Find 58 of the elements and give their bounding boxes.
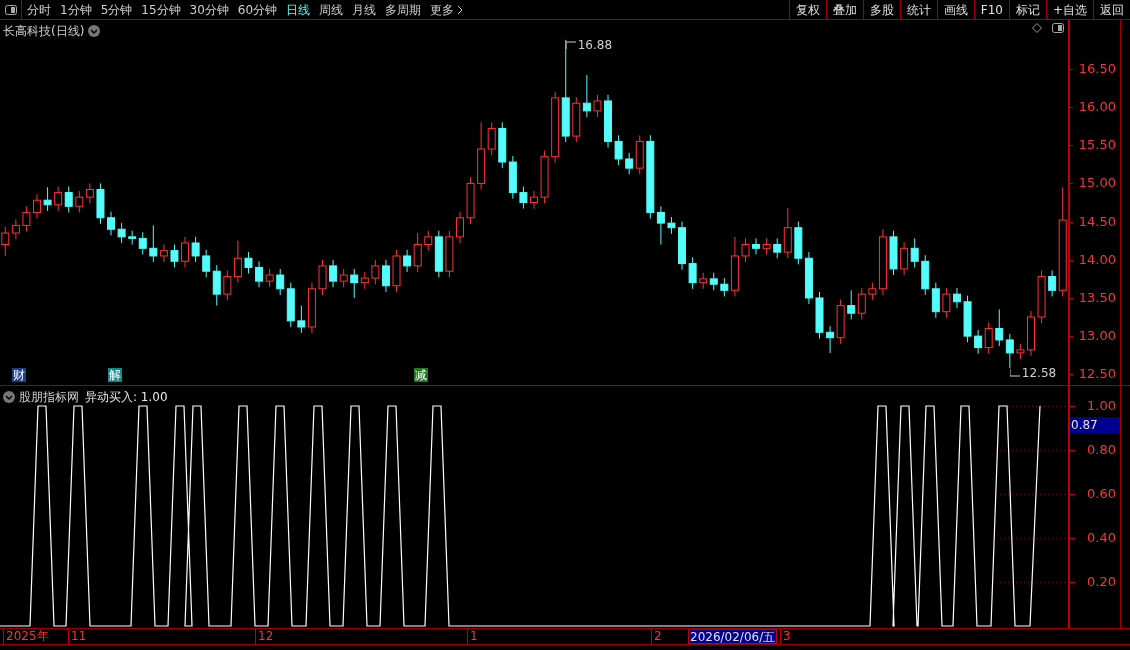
time-axis-label: 2025年 [3,629,49,644]
price-axis-label: 16.00 [1078,100,1116,115]
pointer-icon [1009,369,1022,378]
period-tab[interactable]: 周线 [319,0,344,19]
time-axis-label: 11 [68,629,87,644]
period-tab[interactable]: 月线 [352,0,377,19]
indicator-readout: 异动买入: 1.00 [85,389,168,406]
pointer-icon [565,40,578,49]
time-axis-label: 1 [467,629,478,644]
toolbar-button[interactable]: 返回 [1093,0,1130,19]
time-axis-label: 12 [255,629,274,644]
period-tab[interactable]: 日线 [286,0,311,19]
time-axis-label: 2 [651,629,662,644]
event-tag[interactable]: 财 [12,368,26,382]
indicator-axis-label: 0.20 [1087,575,1116,589]
period-tab[interactable]: 多周期 [385,0,422,19]
chevron-right-icon [457,4,464,15]
toolbar-button[interactable]: 叠加 [825,0,863,19]
chevron-down-icon[interactable] [3,391,15,403]
indicator-axis-label: 0.80 [1087,443,1116,457]
toolbar-button[interactable]: F10 [973,0,1009,19]
price-axis-label: 14.50 [1078,214,1116,229]
period-tab[interactable]: 30分钟 [189,0,229,19]
indicator-axis-label: 0.60 [1087,487,1116,501]
price-axis-label: 15.00 [1078,176,1116,191]
event-tag[interactable]: 减 [414,368,428,382]
price-axis-label: 16.50 [1078,61,1116,76]
price-axis-label: 12.50 [1078,367,1116,382]
price-axis-label: 15.50 [1078,138,1116,153]
toolbar-button[interactable]: 多股 [862,0,900,19]
panel-toggle-icon[interactable] [1052,23,1064,33]
event-tag[interactable]: 解 [108,368,122,382]
toolbar-button[interactable]: 画线 [936,0,974,19]
price-axis-label: 13.50 [1078,290,1116,305]
more-button[interactable]: 更多 [430,0,464,19]
low-price-marker: 12.58 [1021,365,1057,383]
price-axis-label: 13.00 [1078,329,1116,344]
period-tab[interactable]: 15分钟 [141,0,181,19]
period-tab[interactable]: 分时 [27,0,51,19]
period-tab[interactable]: 1分钟 [60,0,92,19]
time-axis-label: 2026/02/06/五 [688,629,778,644]
indicator-axis-label: 1.00 [1087,399,1116,413]
toolbar-button[interactable]: +自选 [1045,0,1093,19]
toolbar-button[interactable]: 复权 [788,0,826,19]
time-axis-label: 3 [780,629,791,644]
price-axis-label: 14.00 [1078,252,1116,267]
cursor-value: 0.87 [1070,417,1120,433]
diamond-icon[interactable] [1032,23,1042,33]
toolbar-button[interactable]: 标记 [1008,0,1046,19]
period-tab[interactable]: 5分钟 [100,0,133,19]
indicator-axis-label: 0.40 [1087,531,1116,545]
chevron-down-icon[interactable] [88,25,101,37]
high-price-marker: 16.88 [577,36,613,54]
panel-toggle-icon[interactable] [4,4,17,15]
indicator-name: 股朋指标网 [19,389,79,406]
period-tab[interactable]: 60分钟 [237,0,278,19]
toolbar-button[interactable]: 统计 [899,0,937,19]
chart-title: 长高科技(日线) [3,23,85,40]
